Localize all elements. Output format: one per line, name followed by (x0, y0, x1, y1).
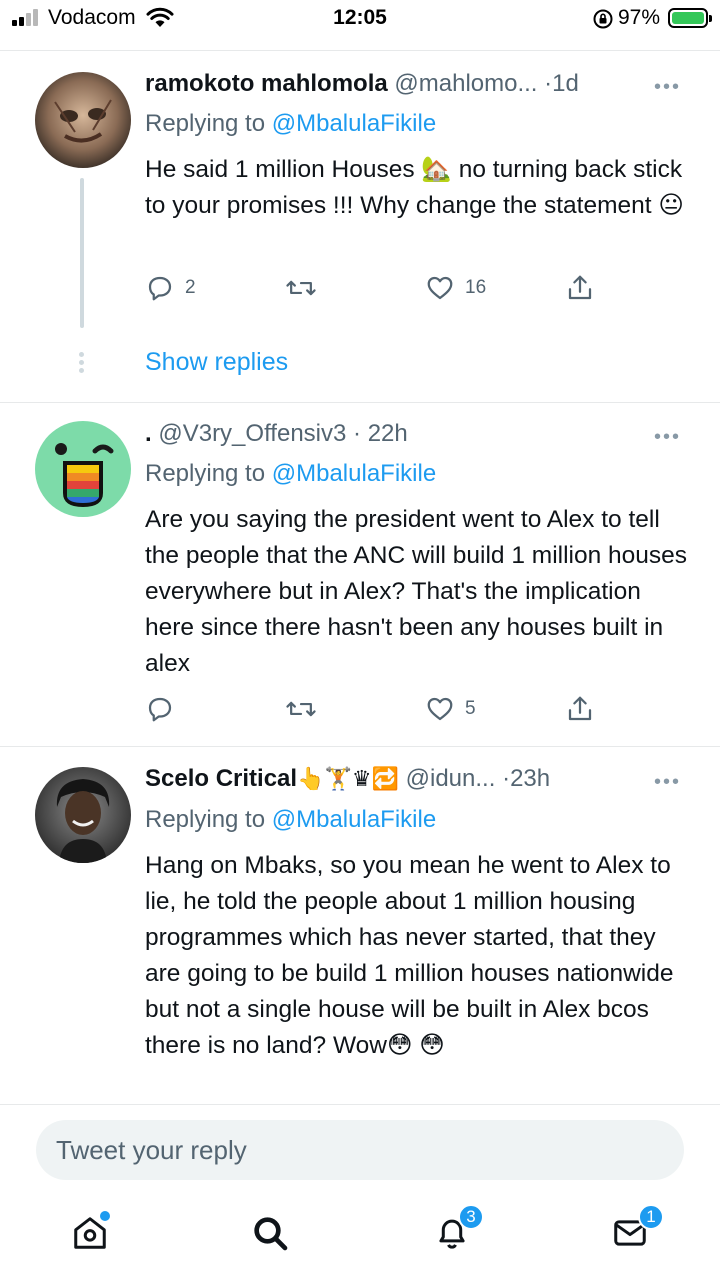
reply-button[interactable]: 2 (145, 273, 196, 303)
more-icon[interactable]: ••• (654, 771, 681, 794)
battery-icon (668, 8, 712, 28)
battery-percent: 97% (618, 6, 661, 29)
mention-link[interactable]: @MbalulaFikile (272, 460, 436, 487)
tab-messages[interactable]: 1 (600, 1204, 664, 1258)
show-replies-link[interactable]: Show replies (145, 348, 288, 377)
timestamp[interactable]: 22h (368, 420, 408, 447)
tab-notifications[interactable]: 3 (422, 1204, 484, 1258)
display-name[interactable]: ramokoto mahlomola (145, 70, 388, 97)
orientation-lock-icon (592, 8, 614, 35)
avatar[interactable] (35, 72, 131, 168)
tab-home[interactable] (60, 1208, 120, 1258)
divider (0, 1104, 720, 1105)
share-button[interactable] (565, 273, 595, 303)
tweet-text: Hang on Mbaks, so you mean he went to Al… (145, 852, 674, 1059)
display-name[interactable]: . (145, 420, 152, 447)
like-button[interactable]: 16 (425, 273, 486, 303)
user-handle[interactable]: @V3ry_Offensiv3 (158, 420, 346, 447)
like-count: 5 (465, 698, 476, 719)
tweet-header: ramokoto mahlomola @mahlomo... ·1d (145, 70, 579, 98)
home-unread-dot (100, 1211, 110, 1221)
share-icon (568, 275, 592, 300)
divider (0, 746, 720, 747)
user-handle[interactable]: @mahlomo... (394, 70, 537, 97)
tweet-actions: 2 16 (145, 273, 605, 303)
tweet-header: Scelo Critical👆🏋♛🔁 @idun... ·23h (145, 765, 550, 793)
reply-button[interactable] (145, 694, 185, 724)
thread-line (80, 178, 84, 328)
more-icon[interactable]: ••• (654, 76, 681, 99)
notifications-badge: 3 (458, 1204, 484, 1230)
mention-link[interactable]: @MbalulaFikile (272, 110, 436, 137)
replying-prefix: Replying to (145, 460, 266, 487)
separator: · (353, 420, 362, 447)
replying-prefix: Replying to (145, 806, 266, 833)
reply-icon (148, 276, 172, 301)
retweet-button[interactable] (285, 273, 327, 303)
search-icon (254, 1217, 288, 1251)
mention-link[interactable]: @MbalulaFikile (272, 806, 436, 833)
tweet-actions: 5 (145, 694, 605, 724)
retweet-icon (286, 280, 316, 296)
reply-input[interactable] (36, 1120, 684, 1180)
more-icon[interactable]: ••• (654, 426, 681, 449)
replying-to: Replying to @MbalulaFikile (145, 806, 436, 834)
replying-to: Replying to @MbalulaFikile (145, 460, 436, 488)
like-icon (427, 697, 453, 721)
divider (0, 50, 720, 51)
avatar[interactable] (35, 767, 131, 863)
messages-badge: 1 (638, 1204, 664, 1230)
share-icon (568, 696, 592, 721)
avatar[interactable] (35, 421, 131, 517)
like-icon (427, 276, 453, 300)
share-button[interactable] (565, 694, 595, 724)
tweet-text: He said 1 million Houses 🏡 no turning ba… (145, 156, 684, 219)
like-button[interactable]: 5 (425, 694, 476, 724)
retweet-button[interactable] (285, 694, 327, 724)
replying-to: Replying to @MbalulaFikile (145, 110, 436, 138)
thread-dots (79, 352, 85, 376)
timestamp[interactable]: 23h (510, 765, 550, 792)
reply-count: 2 (185, 277, 196, 298)
replying-prefix: Replying to (145, 110, 266, 137)
tab-search[interactable] (240, 1208, 300, 1258)
divider (0, 402, 720, 403)
tweet-header: . @V3ry_Offensiv3 · 22h (145, 420, 408, 448)
like-count: 16 (465, 277, 487, 298)
reply-box[interactable] (36, 1120, 684, 1180)
separator: · (544, 70, 553, 97)
separator: · (502, 765, 511, 792)
display-name[interactable]: Scelo Critical (145, 765, 297, 792)
user-handle[interactable]: @idun... (406, 765, 496, 792)
tweet-text: Are you saying the president went to Ale… (145, 506, 688, 677)
status-bar: Vodacom 12:05 97% (0, 0, 720, 38)
retweet-icon (286, 701, 316, 717)
name-emoji: 👆🏋♛🔁 (297, 767, 399, 792)
timestamp[interactable]: 1d (552, 70, 579, 97)
reply-icon (148, 697, 172, 722)
